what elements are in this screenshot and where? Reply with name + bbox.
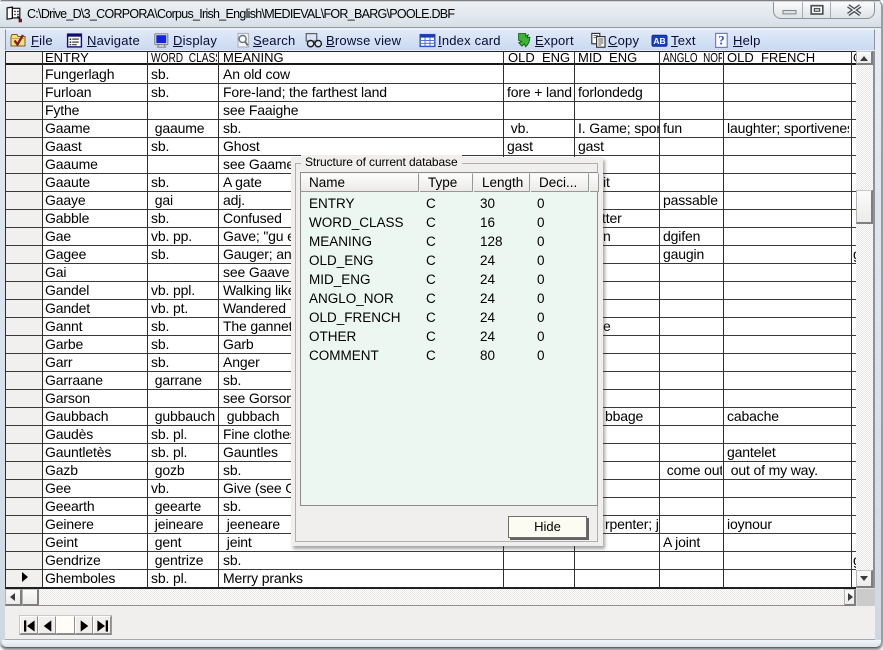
svg-text:?: ? xyxy=(718,34,724,48)
svg-text:AB: AB xyxy=(653,36,665,46)
